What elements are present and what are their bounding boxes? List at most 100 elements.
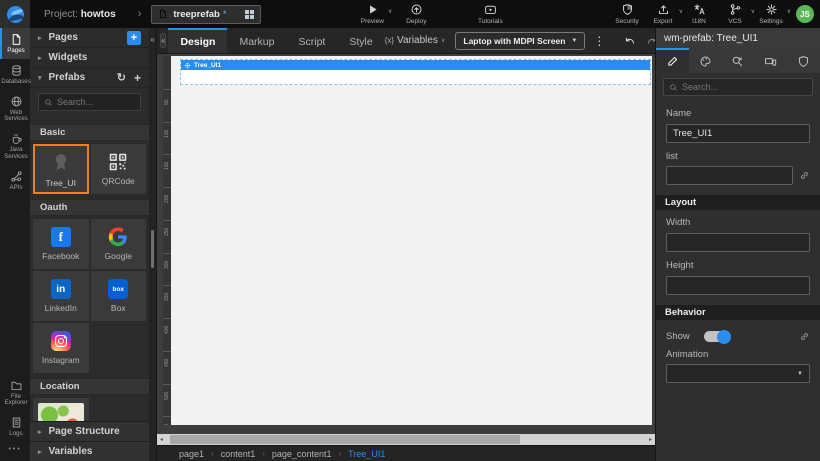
prefab-tile-box[interactable]: Box [91, 271, 147, 321]
rail-overflow-button[interactable]: ••• [0, 442, 30, 461]
caret-right-icon: ▸ [38, 428, 42, 436]
left-panel: ▸ Pages + ▸ Widgets ▾ Prefabs ↻ + Basic [30, 28, 157, 461]
canvas-toolbar: « Design Markup Script Style {x} Variabl… [157, 28, 655, 54]
collapse-left-panel-button[interactable]: « [149, 32, 156, 48]
prefab-tile-linkedin[interactable]: LinkedIn [33, 271, 89, 321]
prefab-tile-google[interactable]: Google [91, 219, 147, 269]
open-page-name: treeprefab [173, 9, 219, 20]
sidebar-item-java-services[interactable]: Java Services [0, 127, 30, 165]
caret-right-icon: ▸ [38, 34, 42, 42]
undo-button[interactable] [618, 34, 641, 47]
add-page-button[interactable]: + [127, 31, 141, 45]
magnifier-x-icon [731, 55, 744, 68]
breadcrumb-tree-ui1[interactable]: Tree_UI1 [348, 449, 385, 459]
breadcrumb-page-content1[interactable]: page_content1 [272, 449, 332, 459]
app-logo[interactable] [0, 0, 30, 28]
prefab-tile-facebook[interactable]: Facebook [33, 219, 89, 269]
page-structure-section-header[interactable]: ▸ Page Structure [30, 421, 149, 441]
prefab-tile-instagram[interactable]: Instagram [33, 323, 89, 373]
logs-icon [10, 416, 23, 429]
i18n-button[interactable]: I18N [682, 3, 716, 25]
bind-link-icon[interactable] [799, 170, 810, 181]
search-icon [669, 83, 678, 92]
name-field[interactable] [666, 124, 810, 143]
page-icon [158, 8, 168, 20]
open-page-selector[interactable]: treeprefab * [151, 5, 261, 24]
page-grid-icon[interactable] [245, 10, 254, 19]
prefab-group-basic: Basic [30, 124, 149, 141]
device-selector[interactable]: Laptop with MDPI Screen ▼ [455, 32, 585, 50]
top-bar: Project: howtos › treeprefab * ∨ Preview… [0, 0, 820, 28]
variables-section-header[interactable]: ▸ Variables [30, 441, 149, 461]
tab-style[interactable]: Style [337, 28, 384, 53]
list-field[interactable] [666, 166, 793, 185]
prefabs-section-header[interactable]: ▾ Prefabs ↻ + [30, 68, 149, 88]
refresh-icon[interactable]: ↻ [117, 73, 126, 83]
import-prefab-button[interactable]: + [134, 73, 141, 83]
scrollbar-thumb[interactable] [151, 230, 154, 268]
design-canvas[interactable]: 50100150200250300350400450500550 Tree_UI… [157, 54, 655, 434]
animation-select[interactable]: ▼ [666, 364, 810, 383]
deploy-button[interactable]: Deploy [399, 3, 433, 25]
wavemaker-logo-icon [7, 6, 24, 23]
prefab-tile-map[interactable] [33, 398, 89, 421]
prefab-tile-qrcode[interactable]: QRCode [91, 144, 147, 194]
tab-events[interactable] [722, 48, 755, 73]
prefab-tile-tree-ui[interactable]: Tree_UI [33, 144, 89, 194]
bind-link-icon[interactable] [799, 331, 810, 342]
export-button[interactable]: ∨ Export [646, 3, 680, 25]
qrcode-icon [108, 152, 128, 172]
sidebar-item-file-explorer[interactable]: File Explorer [0, 374, 30, 412]
video-icon [484, 3, 497, 16]
scroll-left-arrow-icon[interactable]: ◂ [160, 436, 163, 443]
chevron-separator-icon: › [211, 449, 214, 458]
folder-icon [10, 379, 23, 392]
tree-ui-widget[interactable]: Tree_UI1 [180, 59, 651, 85]
tab-properties[interactable] [656, 48, 689, 73]
breadcrumb-page1[interactable]: page1 [179, 449, 204, 459]
sidebar-item-apis[interactable]: APIs [0, 165, 30, 196]
prefab-search-input[interactable] [57, 97, 135, 107]
animation-label: Animation [666, 349, 810, 360]
chevron-down-icon[interactable]: ∨ [388, 8, 392, 15]
sidebar-item-pages[interactable]: Pages [0, 28, 30, 59]
horizontal-scrollbar[interactable]: ◂ ▸ [157, 434, 655, 445]
properties-search-input[interactable] [682, 82, 807, 92]
export-icon [657, 3, 670, 16]
user-avatar[interactable]: JS [796, 5, 814, 23]
tab-styles[interactable] [689, 48, 722, 73]
sidebar-item-databases[interactable]: Databases [0, 59, 30, 90]
settings-button[interactable]: ∨ Settings [754, 3, 788, 25]
security-button[interactable]: Security [610, 3, 644, 25]
tab-design[interactable]: Design [168, 28, 227, 53]
variables-dropdown[interactable]: {x} Variables ∨ [385, 35, 446, 46]
prefab-list: Basic Tree_UI QRCode Oauth [30, 116, 149, 421]
pages-section-header[interactable]: ▸ Pages + [30, 28, 149, 48]
vcs-button[interactable]: ∨ VCS [718, 3, 752, 25]
tab-devices[interactable] [754, 48, 787, 73]
width-field[interactable] [666, 233, 810, 252]
height-field[interactable] [666, 276, 810, 295]
chevron-down-icon[interactable]: ∨ [787, 8, 791, 15]
pencil-icon [666, 55, 679, 68]
gear-icon [765, 3, 778, 16]
sidebar-item-logs[interactable]: Logs [0, 411, 30, 442]
canvas-page[interactable]: Tree_UI1 [171, 56, 652, 425]
sidebar-item-web-services[interactable]: Web Services [0, 90, 30, 128]
tab-markup[interactable]: Markup [227, 28, 286, 53]
scrollbar-thumb[interactable] [170, 435, 520, 444]
preview-button[interactable]: ∨ Preview [355, 3, 389, 25]
tab-security[interactable] [787, 48, 820, 73]
scroll-right-arrow-icon[interactable]: ▸ [649, 436, 652, 443]
google-icon [108, 227, 128, 247]
tutorials-button[interactable]: Tutorials [473, 3, 507, 25]
height-label: Height [666, 260, 810, 271]
left-panel-scrollbar[interactable]: « [149, 28, 156, 461]
more-options-kebab-icon[interactable]: ⋮ [593, 34, 605, 48]
tab-script[interactable]: Script [286, 28, 337, 53]
widgets-section-header[interactable]: ▸ Widgets [30, 48, 149, 68]
widget-selection-bar[interactable]: Tree_UI1 [181, 60, 650, 70]
collapse-panel-button[interactable]: « [160, 33, 166, 48]
show-toggle[interactable] [704, 331, 730, 342]
breadcrumb-content1[interactable]: content1 [221, 449, 256, 459]
